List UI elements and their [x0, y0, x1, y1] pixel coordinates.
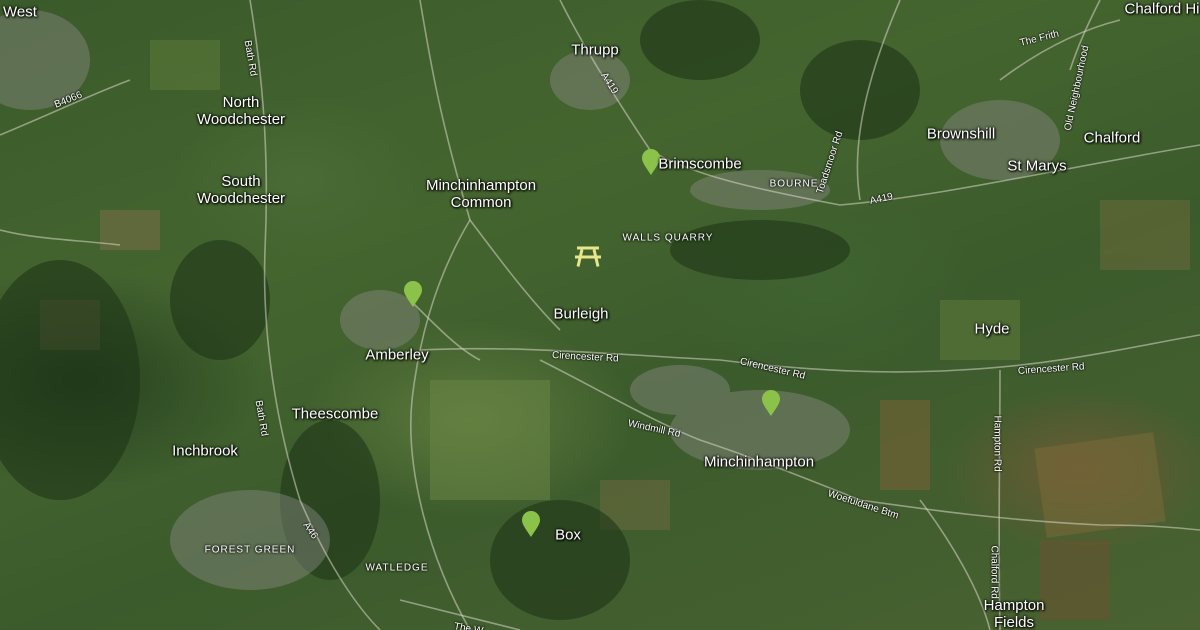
- place-label: Chalford Hi: [1124, 0, 1200, 18]
- marker-pin-icon[interactable]: [761, 389, 781, 417]
- place-label: Thrupp: [571, 41, 619, 59]
- place-label: Brownshill: [926, 125, 996, 143]
- district-label: WATLEDGE: [365, 562, 429, 574]
- place-label: Theescombe: [291, 405, 379, 423]
- place-label: West: [3, 3, 37, 21]
- place-label: Chalford: [1083, 129, 1141, 147]
- picnic-table-icon[interactable]: [574, 245, 602, 274]
- place-label: Box: [555, 526, 581, 544]
- place-label: Minchinhampton: [703, 453, 815, 471]
- marker-pin-icon[interactable]: [521, 510, 541, 538]
- road-label: Hampton Rd: [991, 415, 1003, 472]
- place-label: Amberley: [365, 346, 429, 364]
- place-label: Hyde: [974, 320, 1010, 338]
- place-label: Burleigh: [553, 305, 609, 323]
- place-label: Minchinhampton Common: [425, 177, 537, 211]
- place-label: South Woodchester: [196, 173, 286, 207]
- place-label: Inchbrook: [172, 442, 238, 460]
- district-label: BOURNE: [769, 178, 819, 190]
- satellite-map[interactable]: B4066 Bath Rd Bath Rd A419 A419 Toadsmoo…: [0, 0, 1200, 630]
- road-label: Chalford Rd: [988, 545, 1000, 599]
- place-label: North Woodchester: [196, 94, 286, 128]
- district-label: FOREST GREEN: [204, 544, 296, 556]
- district-label: WALLS QUARRY: [622, 232, 714, 244]
- place-label: Brimscombe: [658, 155, 742, 173]
- place-label: St Marys: [1007, 157, 1067, 175]
- place-label: Hampton Fields: [983, 597, 1045, 630]
- marker-pin-icon[interactable]: [403, 280, 423, 308]
